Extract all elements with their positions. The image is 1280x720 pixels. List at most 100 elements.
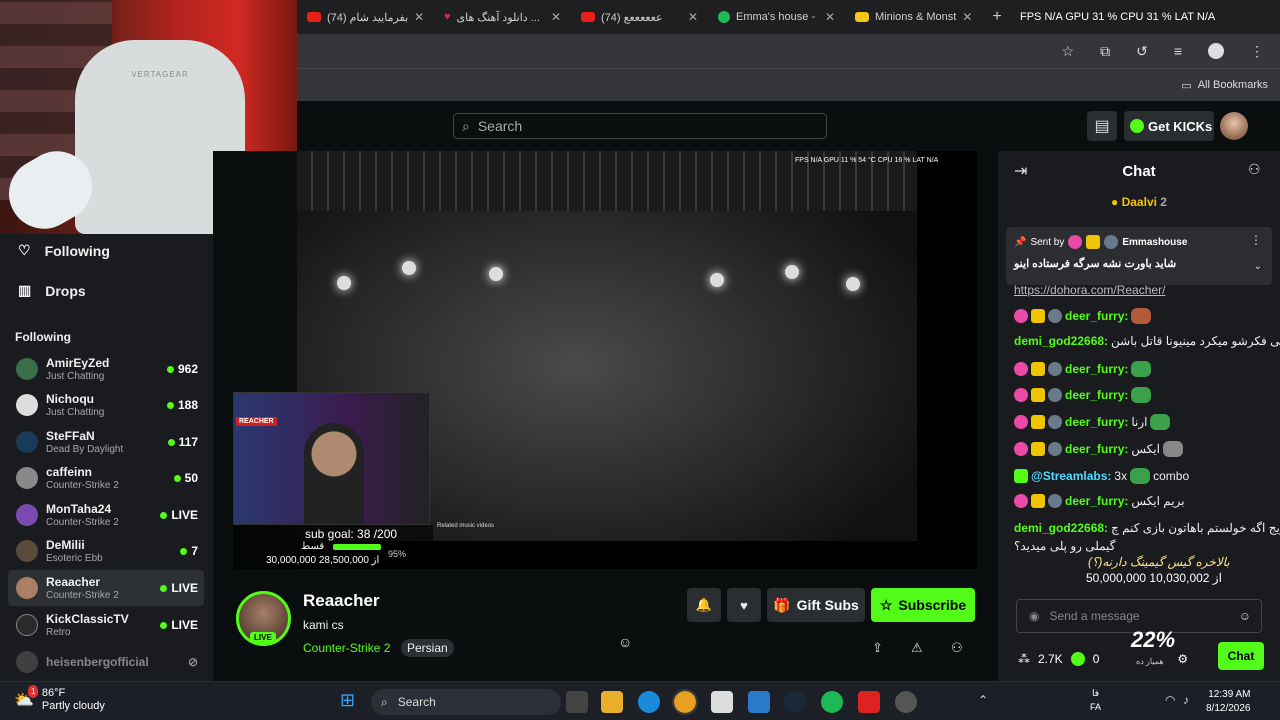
steam-icon[interactable]: [784, 691, 806, 713]
extensions-icon[interactable]: ⧉: [1100, 43, 1110, 60]
close-icon[interactable]: ✕: [688, 10, 698, 24]
language-tag[interactable]: Persian: [401, 639, 454, 657]
volume-icon[interactable]: ♪: [1183, 693, 1189, 707]
report-icon[interactable]: ⚠: [911, 640, 923, 656]
channel-category: Just Chatting: [46, 406, 105, 418]
sidebar-channel-active[interactable]: Reaacher Counter-Strike 2 LIVE: [8, 570, 204, 606]
channel-category: Counter-Strike 2: [46, 589, 119, 601]
star-icon[interactable]: ☆: [1062, 43, 1075, 60]
sidebar: ♡ Following ▥ Drops Following AmirEyZed Jus…: [0, 234, 213, 681]
lamp-light: [785, 265, 799, 279]
streamer-name[interactable]: Reaacher: [303, 591, 380, 611]
sidebar-channel-offline[interactable]: heisenbergofficial ⊘: [8, 644, 204, 680]
notification-badge: 1: [28, 685, 39, 698]
channel-name: Nichoqu: [46, 391, 94, 406]
emoji-icon[interactable]: ☺: [1239, 609, 1251, 623]
sidebar-channel[interactable]: caffeinn Counter-Strike 2 50: [8, 460, 204, 496]
task-view-icon[interactable]: [566, 691, 588, 713]
share-icon[interactable]: ⇪: [872, 640, 883, 656]
chat-message: گیملی رو پلی میدید؟: [1014, 539, 1116, 553]
search-input[interactable]: ⌕ Search: [453, 113, 827, 139]
chat-users-icon[interactable]: ⚇: [1248, 161, 1261, 178]
chat-title: Chat: [1122, 162, 1156, 180]
store-icon[interactable]: [711, 691, 733, 713]
sidebar-following-link[interactable]: ♡ Following: [18, 242, 110, 259]
sidebar-channel[interactable]: KickClassicTV Retro LIVE: [8, 607, 204, 643]
tab-title: (74) بفرمایید شام: [327, 11, 409, 24]
star-icon: ☆: [879, 596, 893, 613]
users-count: 2.7K: [1038, 652, 1063, 666]
user-avatar[interactable]: [1220, 112, 1248, 140]
offline-icon: ⊘: [187, 655, 198, 669]
tab-title: Minions & Monst: [875, 11, 957, 23]
windows-start-icon[interactable]: ⊞: [340, 690, 355, 711]
all-bookmarks-link[interactable]: All Bookmarks: [1198, 79, 1268, 91]
channel-avatar: [16, 614, 38, 636]
heart-icon: ♥: [444, 11, 451, 23]
sidebar-channel[interactable]: AmirEyZed Just Chatting 962: [8, 351, 204, 387]
drops-label: Drops: [45, 282, 86, 299]
app-icon[interactable]: [748, 691, 770, 713]
spotify-icon[interactable]: [821, 691, 843, 713]
close-icon[interactable]: ✕: [414, 10, 424, 24]
app-gear-icon[interactable]: [895, 691, 917, 713]
close-icon[interactable]: ✕: [551, 10, 561, 24]
get-kicks-button[interactable]: Get KICKs: [1124, 111, 1214, 141]
minions-icon: [855, 12, 869, 22]
sidebar-channel[interactable]: Nichoqu Just Chatting 188: [8, 387, 204, 423]
new-tab-button[interactable]: +: [982, 8, 1012, 26]
close-icon[interactable]: ✕: [825, 10, 835, 24]
cpu-overlay: 22%: [1131, 627, 1176, 652]
browser-tab[interactable]: ♥ دانلود آهنگ های ... ✕: [434, 0, 571, 34]
browser-tab[interactable]: (74) بفرمایید شام ✕: [297, 0, 434, 34]
media-icon[interactable]: ≡: [1174, 43, 1182, 59]
chevron-down-icon[interactable]: ⌄: [1254, 261, 1262, 272]
stream-category-link[interactable]: Counter-Strike 2: [303, 641, 390, 655]
subscribe-button[interactable]: ☆ Subscribe: [871, 588, 975, 622]
browser-tab[interactable]: Emma's house - ✕: [708, 0, 845, 34]
search-icon: ⌕: [381, 694, 388, 709]
edge-icon[interactable]: [638, 691, 660, 713]
close-icon[interactable]: ✕: [962, 10, 972, 24]
user-plus-icon[interactable]: ⚇: [951, 640, 963, 656]
system-clock[interactable]: 12:39 AM 8/12/2026: [1206, 688, 1251, 716]
tray-chevron-icon[interactable]: ⌃: [978, 693, 988, 707]
channel-category: Counter-Strike 2: [46, 516, 119, 528]
goal-progress-bar: [333, 544, 381, 550]
menu-icon[interactable]: ⋮: [1250, 43, 1264, 60]
gift-subs-button[interactable]: 🎁 Gift Subs: [767, 588, 865, 622]
inbox-button[interactable]: ▤: [1087, 111, 1117, 141]
windows-taskbar: ⛅ 1 86°F Partly cloudy ⊞ ⌕ Search ⌃ فا FA ◠…: [0, 681, 1280, 720]
stream-title: kami cs: [303, 618, 344, 632]
settings-icon[interactable]: ⚙: [1177, 652, 1188, 666]
sub-goal-widget: sub goal: 38 /200 قسط 95% 30,000,000 از …: [233, 525, 433, 569]
weather-widget[interactable]: ⛅ 1 86°F Partly cloudy: [14, 685, 105, 713]
channel-name: caffeinn: [46, 464, 93, 479]
channel-avatar: [16, 504, 38, 526]
collapse-chat-icon[interactable]: ⇥: [1014, 161, 1027, 181]
follow-button[interactable]: ♥: [727, 588, 761, 622]
pinned-message[interactable]: 📌 Sent by Emmashouse شاید باورت نشه سرگه ف…: [1006, 227, 1272, 285]
subscribe-label: Subscribe: [898, 597, 967, 613]
chat-message: deer_furry:: [1014, 308, 1152, 324]
send-chat-button[interactable]: Chat: [1218, 642, 1264, 670]
history-icon[interactable]: ↺: [1136, 43, 1148, 60]
file-explorer-icon[interactable]: [601, 691, 623, 713]
viewer-count: LIVE: [160, 618, 198, 632]
sidebar-drops-link[interactable]: ▥ Drops: [18, 282, 86, 299]
app-red-icon[interactable]: [858, 691, 880, 713]
wifi-icon[interactable]: ◠: [1165, 693, 1175, 707]
browser-tab[interactable]: (74) ععععععع ✕: [571, 0, 708, 34]
browser-tab[interactable]: Minions & Monst ✕: [845, 0, 982, 34]
sidebar-channel[interactable]: DeMilii Esoteric Ebb 7: [8, 533, 204, 569]
more-icon[interactable]: ⋮: [1250, 233, 1262, 247]
profile-avatar[interactable]: [1208, 43, 1224, 59]
sidebar-channel[interactable]: SteFFaN Dead By Daylight 117: [8, 424, 204, 460]
sidebar-channel[interactable]: MonTaha24 Counter-Strike 2 LIVE: [8, 497, 204, 533]
chrome-icon[interactable]: [672, 689, 698, 715]
notification-bell-button[interactable]: 🔔: [687, 588, 721, 622]
language-indicator[interactable]: فا FA: [1090, 686, 1101, 714]
taskbar-search[interactable]: ⌕ Search: [371, 689, 561, 715]
following-label: Following: [44, 242, 110, 259]
video-stats-overlay: FPS N/A GPU 11 % 54 °C CPU 16 % LAT N/A: [795, 157, 939, 164]
